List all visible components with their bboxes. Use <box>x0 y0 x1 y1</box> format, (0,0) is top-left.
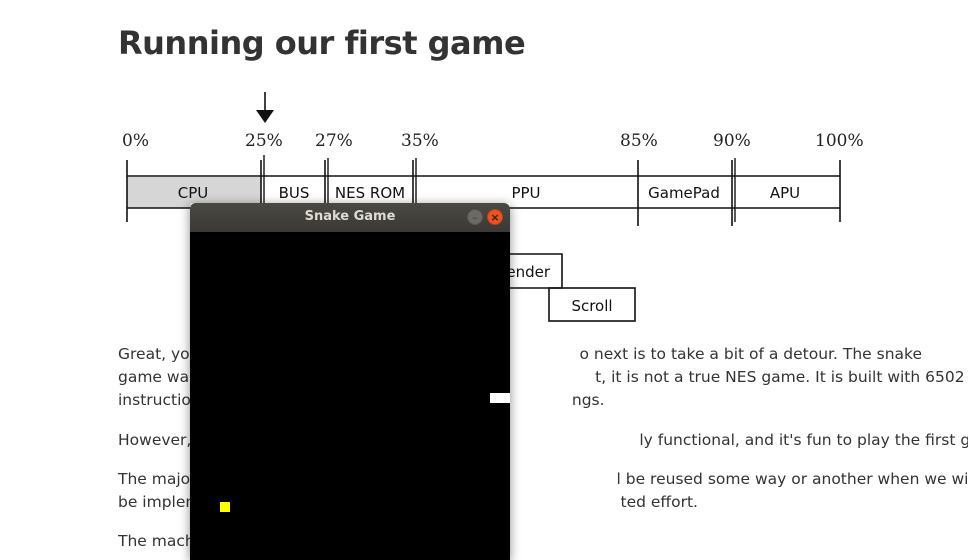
segment-ppu: PPU <box>511 184 540 202</box>
segment-apu: APU <box>770 184 800 202</box>
snake-game-window[interactable]: Snake Game – × <box>190 203 510 560</box>
p2-line1-left: However, <box>118 431 192 449</box>
p1-line2-right: t, it is not a true NES game. It is buil… <box>595 368 965 386</box>
game-canvas[interactable] <box>190 232 510 560</box>
sub-box-scroll-label: Scroll <box>571 297 612 315</box>
p4-line1-left: The mach <box>118 532 195 550</box>
tick-35: 35% <box>401 131 439 151</box>
segment-cpu: CPU <box>178 184 209 202</box>
food-pixel <box>220 502 230 512</box>
p3-line2-right: ted effort. <box>620 493 698 511</box>
p1-line1-right: o next is to take a bit of a detour. The… <box>579 345 922 363</box>
segment-nes-rom: NES ROM <box>335 184 405 202</box>
tick-25: 25% <box>245 131 283 151</box>
tick-27: 27% <box>315 131 353 151</box>
p3-line1-right: l be reused some way or another when we … <box>616 470 968 488</box>
p1-line3-right: ngs. <box>571 391 605 409</box>
p1-line2-left: game was <box>118 368 198 386</box>
tick-100: 100% <box>815 131 864 151</box>
p1-line3-left: instructio <box>118 391 191 409</box>
tick-85: 85% <box>620 131 658 151</box>
segment-gamepad: GamePad <box>648 184 720 202</box>
progress-marker-arrow-icon <box>256 92 274 123</box>
p3-line1-left: The major <box>118 470 197 488</box>
minimize-button[interactable]: – <box>467 209 483 225</box>
p2-line1-right: ly functional, and it's fun to play the … <box>639 431 968 449</box>
segment-bus: BUS <box>279 184 310 202</box>
minimize-icon: – <box>472 210 478 224</box>
tick-90: 90% <box>713 131 751 151</box>
tick-0: 0% <box>122 131 149 151</box>
sub-box-scroll: Scroll <box>548 287 636 322</box>
close-button[interactable]: × <box>487 209 503 225</box>
close-icon: × <box>490 210 500 224</box>
window-title: Snake Game <box>304 209 396 224</box>
sub-box-render-label: ender <box>506 263 550 281</box>
p1-line1-left: Great, you <box>118 345 200 363</box>
window-titlebar[interactable]: Snake Game – × <box>190 203 510 232</box>
snake-body <box>490 393 510 403</box>
p3-line2-left: be implem <box>118 493 201 511</box>
